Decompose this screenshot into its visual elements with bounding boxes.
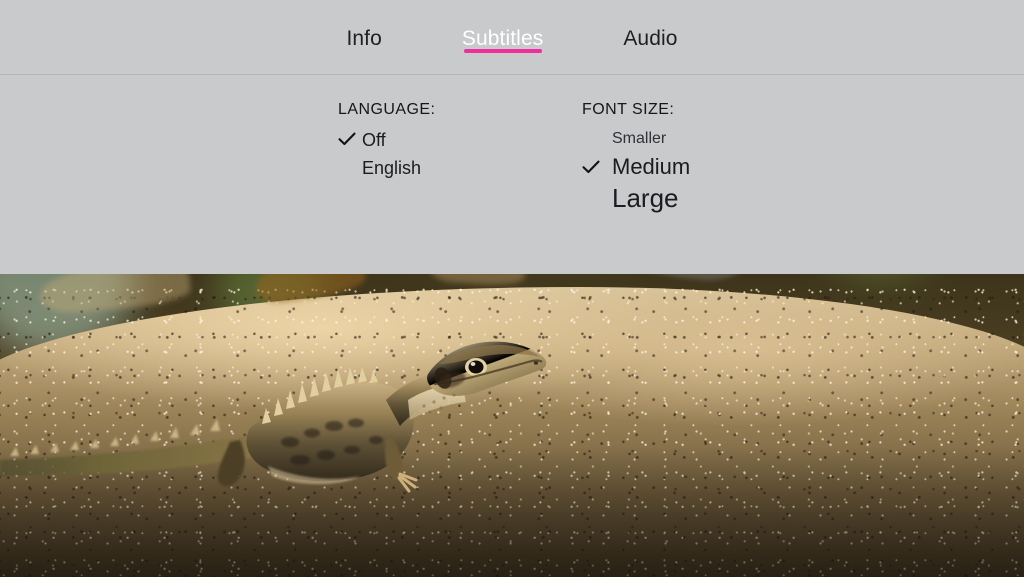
language-option-group: LANGUAGE: Off English: [338, 102, 435, 187]
tab-audio[interactable]: Audio: [621, 0, 679, 49]
font-size-option-large[interactable]: Large: [582, 185, 690, 211]
language-group-title: LANGUAGE:: [338, 101, 436, 118]
tab-subtitles-label: Subtitles: [461, 27, 544, 50]
font-size-option-medium-label: Medium: [612, 154, 691, 179]
font-size-option-medium[interactable]: Medium: [582, 156, 690, 178]
tab-audio-label: Audio: [623, 27, 678, 50]
checkmark-icon: [582, 160, 612, 174]
checkmark-icon: [338, 132, 362, 146]
settings-options-area: LANGUAGE: Off English FONT SIZE: Smaller…: [0, 75, 1024, 274]
font-size-option-smaller-label: Smaller: [612, 130, 667, 147]
tab-subtitles[interactable]: Subtitles: [460, 0, 545, 53]
ground-shadow: [0, 447, 1024, 577]
language-option-english-label: English: [362, 158, 422, 178]
video-player-screen: Info Subtitles Audio LANGUAGE: Off Engli…: [0, 0, 1024, 577]
language-option-off[interactable]: Off: [338, 131, 435, 149]
tab-strip: Info Subtitles Audio: [0, 0, 1024, 74]
language-option-english[interactable]: English: [338, 159, 435, 177]
tab-info[interactable]: Info: [344, 0, 383, 49]
font-size-option-smaller[interactable]: Smaller: [582, 131, 690, 147]
font-size-option-group: FONT SIZE: Smaller Medium Large: [582, 101, 690, 212]
sandy-ground: [0, 287, 1024, 577]
font-size-option-large-label: Large: [612, 183, 679, 213]
tab-info-label: Info: [346, 27, 382, 50]
subtitles-settings-panel: Info Subtitles Audio LANGUAGE: Off Engli…: [0, 0, 1024, 274]
active-tab-indicator: [463, 49, 542, 53]
settings-tab-bar: Info Subtitles Audio: [0, 0, 1024, 75]
font-size-group-title: FONT SIZE:: [582, 101, 675, 118]
language-option-off-label: Off: [362, 130, 386, 150]
